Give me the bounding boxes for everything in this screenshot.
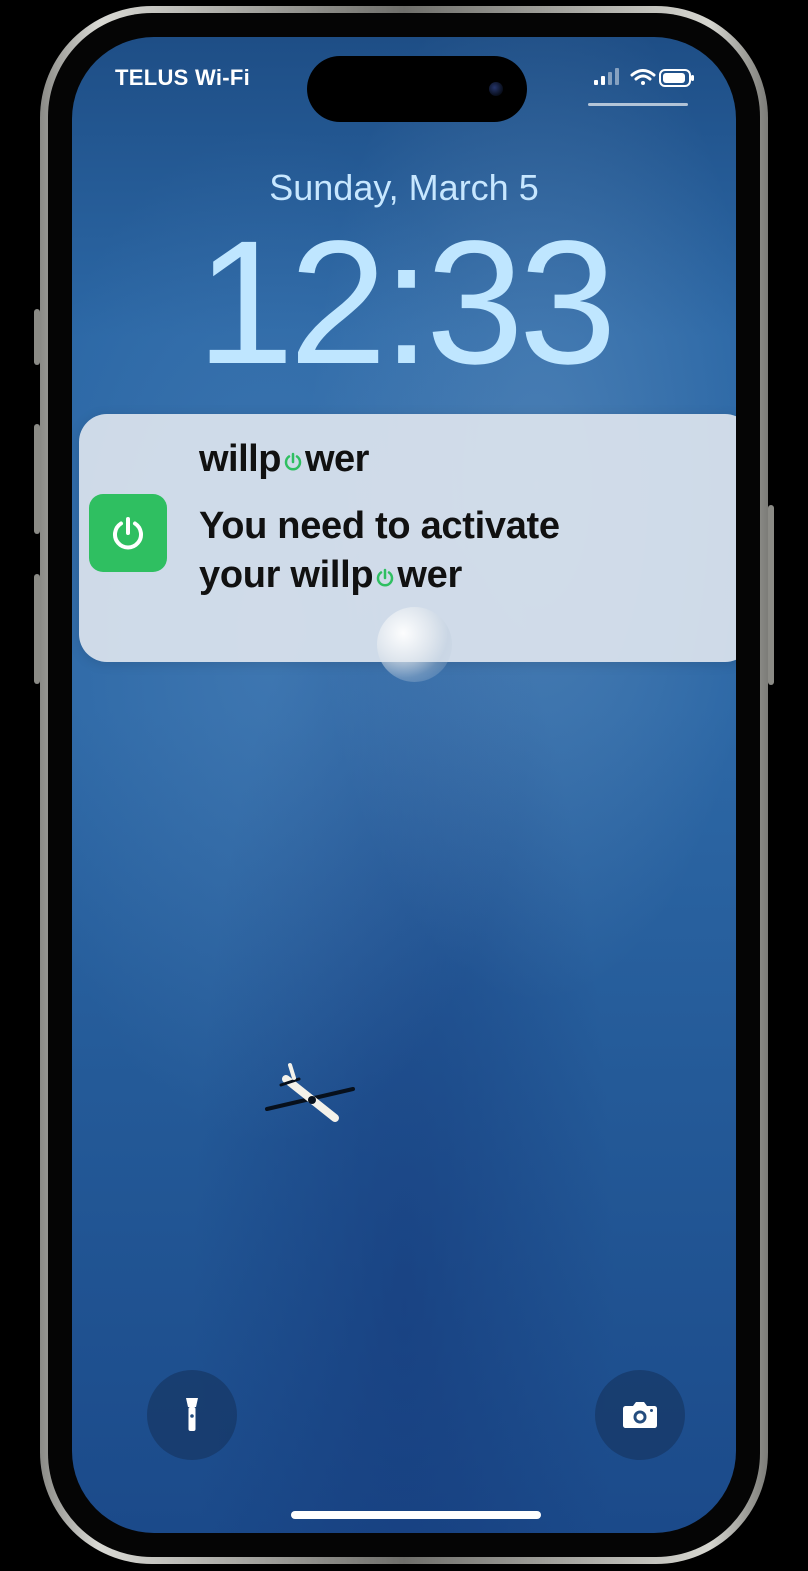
camera-icon	[623, 1402, 657, 1428]
airplane-image	[265, 1063, 355, 1122]
status-indicator-line	[588, 103, 688, 106]
power-icon	[113, 517, 143, 550]
app-name-prefix: willp	[199, 438, 281, 480]
notification-app-name: willp wer	[199, 438, 369, 483]
app-name-suffix: wer	[304, 438, 369, 480]
front-camera-icon	[489, 82, 503, 96]
notification-message: You need to activate your willp wer	[199, 502, 719, 603]
volume-down-button	[34, 574, 40, 684]
camera-button[interactable]	[595, 1370, 685, 1460]
action-button	[34, 309, 40, 365]
message-line-2: your willp wer	[199, 551, 719, 602]
flashlight-button[interactable]	[147, 1370, 237, 1460]
app-icon	[89, 494, 167, 572]
wifi-icon	[630, 69, 656, 85]
message-line-2-suffix: wer	[397, 554, 462, 597]
status-icons	[556, 65, 696, 89]
message-power-icon	[374, 553, 396, 602]
lock-time: 12:33	[196, 205, 616, 401]
carrier-label: TELUS Wi-Fi	[115, 65, 251, 90]
volume-up-button	[34, 424, 40, 534]
flashlight-icon	[186, 1398, 198, 1431]
lock-screen: TELUS Wi-Fi Sunday, March 5 12:33 willp …	[72, 37, 736, 1533]
message-line-1: You need to activate	[199, 505, 560, 547]
home-indicator[interactable]	[291, 1511, 541, 1519]
dynamic-island	[307, 56, 527, 122]
power-side-button	[768, 505, 774, 685]
message-line-2-prefix: your willp	[199, 554, 374, 597]
brand-power-icon	[282, 440, 304, 483]
battery-icon	[659, 69, 694, 87]
signal-icon	[594, 68, 619, 85]
lock-date: Sunday, March 5	[269, 167, 539, 208]
moon-image	[377, 607, 452, 682]
